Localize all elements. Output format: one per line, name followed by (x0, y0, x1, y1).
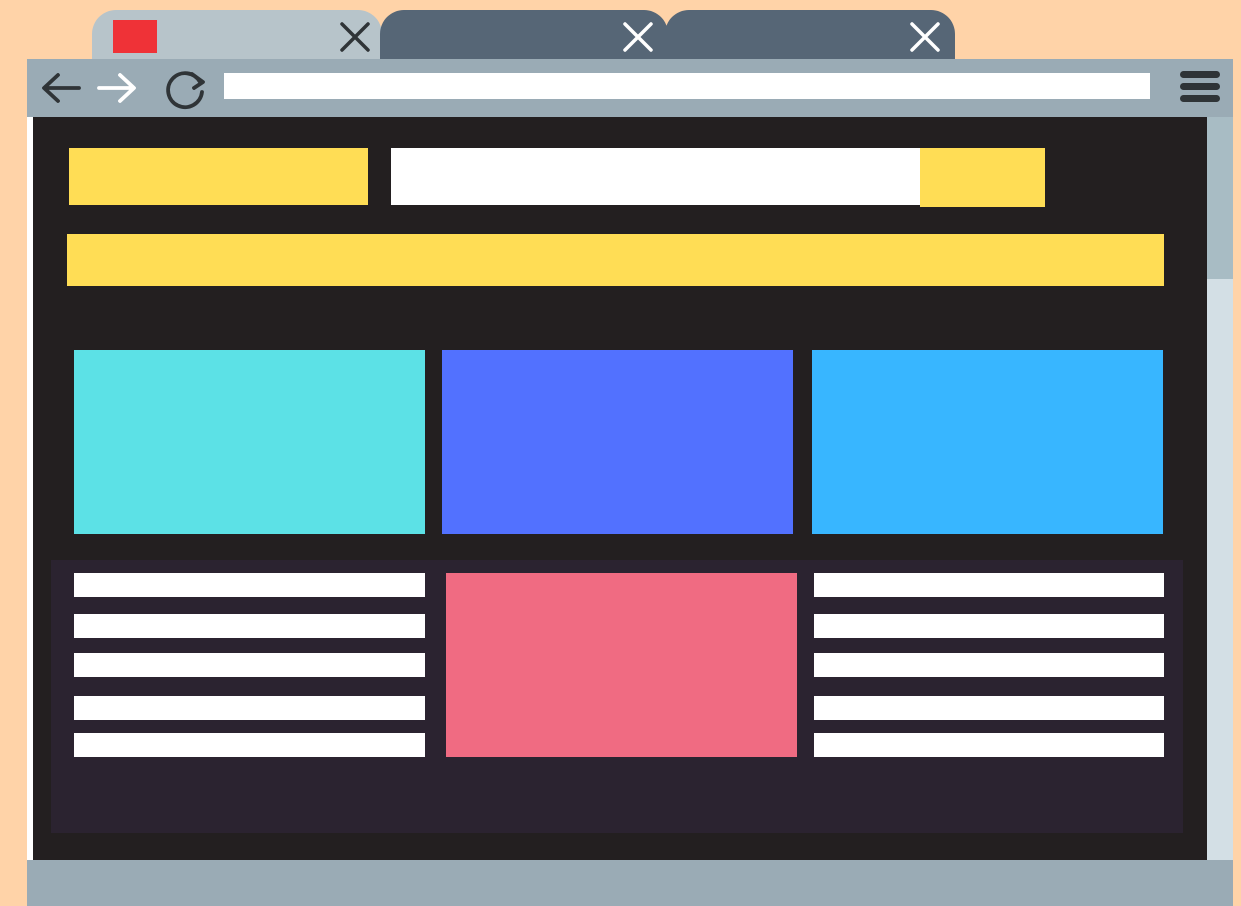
menu-button[interactable] (1179, 69, 1221, 107)
back-button[interactable] (39, 69, 83, 107)
reload-button[interactable] (161, 65, 211, 113)
feature-card-1[interactable] (74, 350, 425, 534)
tab-3-close-icon[interactable] (908, 20, 942, 54)
status-bar (27, 860, 1233, 906)
site-search-button[interactable] (920, 148, 1045, 207)
site-logo[interactable] (69, 148, 368, 205)
scrollbar-thumb[interactable] (1207, 117, 1233, 279)
text-line (74, 696, 425, 720)
text-line (814, 733, 1164, 757)
reload-icon (166, 71, 205, 110)
favicon-icon (113, 20, 157, 53)
feature-card-2[interactable] (442, 350, 793, 534)
content-image[interactable] (446, 573, 797, 757)
tab-3[interactable] (665, 10, 955, 60)
text-line (74, 733, 425, 757)
browser-toolbar (27, 59, 1233, 117)
forward-button[interactable] (95, 69, 139, 107)
tab-2-close-icon[interactable] (621, 20, 655, 54)
arrow-left-icon (42, 73, 81, 103)
arrow-right-icon (97, 73, 136, 103)
address-bar-input[interactable] (224, 73, 1150, 99)
text-line (74, 653, 425, 677)
page-viewport (33, 117, 1207, 860)
site-nav-bar[interactable] (67, 234, 1164, 286)
vertical-scrollbar[interactable] (1207, 117, 1233, 860)
content-panel (51, 560, 1183, 833)
text-line (814, 614, 1164, 638)
tab-1-close-icon[interactable] (338, 20, 372, 54)
tab-2[interactable] (380, 10, 668, 60)
text-line (814, 573, 1164, 597)
hamburger-menu-icon (1180, 71, 1220, 102)
site-search-input[interactable] (391, 148, 921, 205)
tab-1[interactable] (92, 10, 382, 62)
text-line (74, 614, 425, 638)
text-line (74, 573, 425, 597)
feature-card-3[interactable] (812, 350, 1163, 534)
text-line (814, 653, 1164, 677)
text-line (814, 696, 1164, 720)
